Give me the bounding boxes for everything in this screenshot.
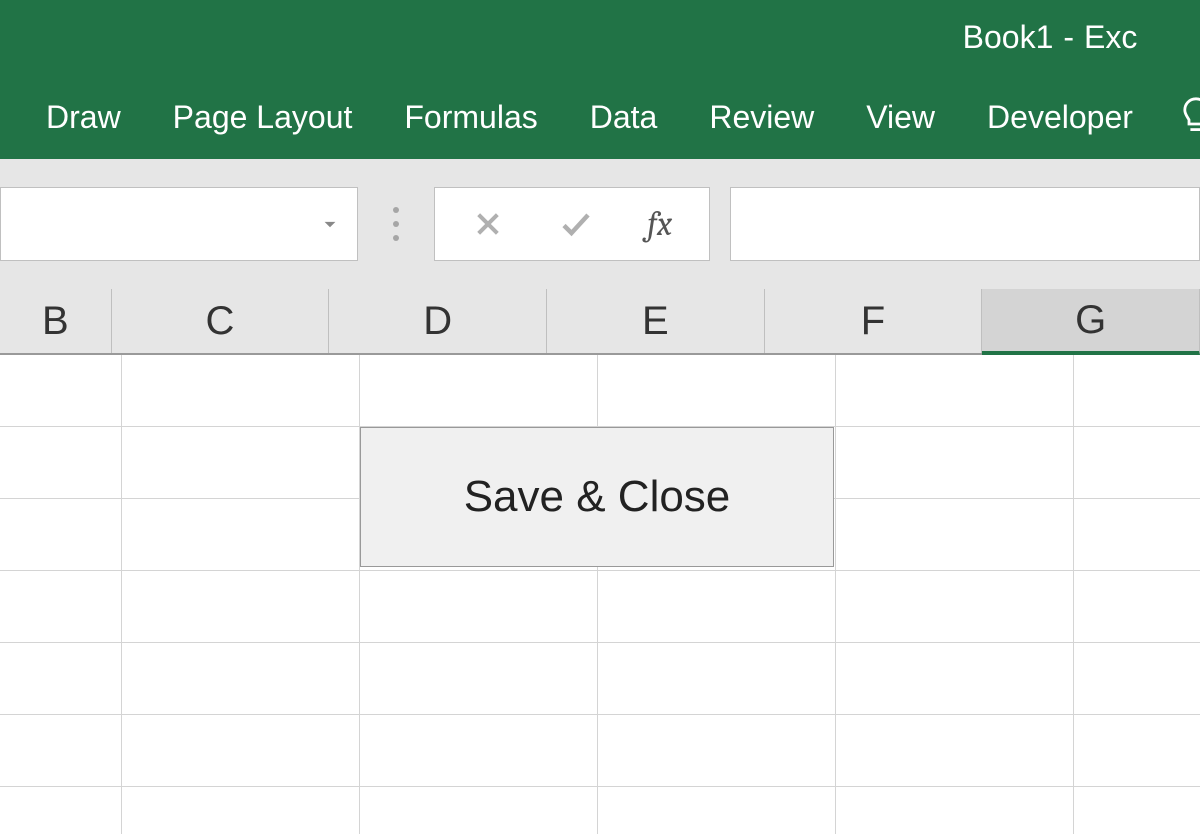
- cell[interactable]: [1074, 643, 1200, 715]
- column-header-f[interactable]: F: [765, 289, 983, 353]
- cell[interactable]: [360, 643, 598, 715]
- cell[interactable]: [1074, 787, 1200, 834]
- cell[interactable]: [836, 643, 1074, 715]
- cell[interactable]: [836, 499, 1074, 571]
- lightbulb-icon: [1179, 96, 1200, 138]
- cell[interactable]: [1074, 499, 1200, 571]
- cell[interactable]: [836, 355, 1074, 427]
- grid-row: [0, 355, 1200, 427]
- cell[interactable]: [1074, 427, 1200, 499]
- cancel-icon[interactable]: [472, 208, 504, 240]
- tab-draw[interactable]: Draw: [20, 89, 147, 146]
- cell[interactable]: [122, 715, 360, 787]
- cell[interactable]: [0, 643, 122, 715]
- cell[interactable]: [122, 571, 360, 643]
- cell[interactable]: [0, 427, 122, 499]
- cell[interactable]: [1074, 355, 1200, 427]
- grid-row: [0, 643, 1200, 715]
- enter-icon[interactable]: [558, 206, 594, 242]
- title-bar: Book1 - Exc: [0, 0, 1200, 75]
- cell[interactable]: [122, 643, 360, 715]
- cell[interactable]: [0, 571, 122, 643]
- column-header-e[interactable]: E: [547, 289, 765, 353]
- save-and-close-label: Save & Close: [464, 472, 731, 522]
- column-header-b[interactable]: B: [0, 289, 112, 353]
- cell[interactable]: [598, 787, 836, 834]
- ribbon-tabs: Draw Page Layout Formulas Data Review Vi…: [0, 75, 1200, 159]
- name-box[interactable]: [0, 187, 358, 261]
- formula-input[interactable]: [730, 187, 1200, 261]
- cell[interactable]: [598, 355, 836, 427]
- save-and-close-button[interactable]: Save & Close: [360, 427, 834, 567]
- cell[interactable]: [836, 427, 1074, 499]
- cell[interactable]: [1074, 571, 1200, 643]
- cell[interactable]: [360, 787, 598, 834]
- column-headers: B C D E F G: [0, 289, 1200, 355]
- grid-row: [0, 715, 1200, 787]
- cell[interactable]: [836, 715, 1074, 787]
- formula-controls: fx: [434, 187, 710, 261]
- column-header-g[interactable]: G: [982, 289, 1200, 355]
- cell[interactable]: [598, 715, 836, 787]
- tab-review[interactable]: Review: [683, 89, 840, 146]
- formula-bar: fx: [0, 159, 1200, 289]
- tab-developer[interactable]: Developer: [961, 89, 1159, 146]
- column-header-d[interactable]: D: [329, 289, 547, 353]
- cell[interactable]: [0, 715, 122, 787]
- workbook-name: Book1: [963, 19, 1054, 56]
- column-header-c[interactable]: C: [112, 289, 330, 353]
- cell[interactable]: [122, 427, 360, 499]
- cell[interactable]: [360, 715, 598, 787]
- cell[interactable]: [0, 499, 122, 571]
- tab-page-layout[interactable]: Page Layout: [147, 89, 379, 146]
- fx-label[interactable]: fx: [647, 204, 672, 244]
- cell[interactable]: [122, 787, 360, 834]
- cell[interactable]: [122, 499, 360, 571]
- tab-data[interactable]: Data: [564, 89, 684, 146]
- grid-row: [0, 787, 1200, 834]
- cell[interactable]: [598, 643, 836, 715]
- title-separator: -: [1063, 19, 1074, 56]
- cell[interactable]: [122, 355, 360, 427]
- spreadsheet-grid: Save & Close: [0, 355, 1200, 834]
- cell[interactable]: [0, 787, 122, 834]
- cell[interactable]: [598, 571, 836, 643]
- cell[interactable]: [1074, 715, 1200, 787]
- cell[interactable]: [360, 355, 598, 427]
- cell[interactable]: [360, 571, 598, 643]
- chevron-down-icon[interactable]: [317, 211, 343, 237]
- cell[interactable]: [0, 355, 122, 427]
- cell[interactable]: [836, 787, 1074, 834]
- cell[interactable]: [836, 571, 1074, 643]
- app-name: Exc: [1084, 19, 1137, 56]
- tab-formulas[interactable]: Formulas: [378, 89, 563, 146]
- grid-row: [0, 571, 1200, 643]
- drag-handle-icon[interactable]: [378, 187, 414, 261]
- tell-me[interactable]: T: [1159, 96, 1200, 138]
- tab-view[interactable]: View: [840, 89, 961, 146]
